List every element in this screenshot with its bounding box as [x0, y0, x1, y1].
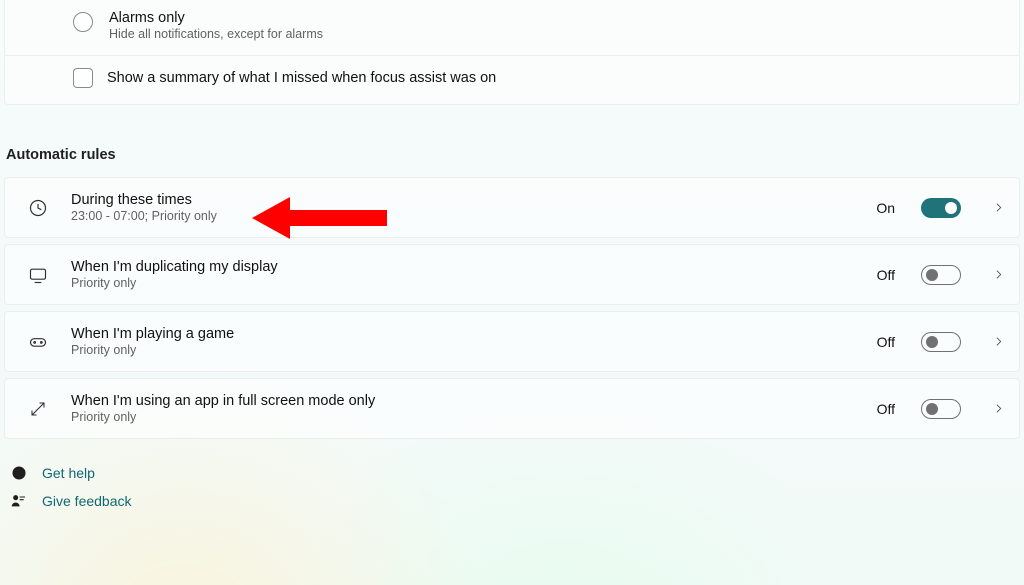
- gamepad-icon: [27, 331, 49, 353]
- rule-title: When I'm using an app in full screen mod…: [71, 393, 855, 409]
- rule-text: When I'm duplicating my display Priority…: [71, 259, 855, 290]
- help-icon: [10, 465, 28, 481]
- clock-icon: [27, 197, 49, 219]
- rule-state-label: Off: [877, 401, 895, 417]
- chevron-right-icon: [991, 268, 1005, 282]
- rule-sub: Priority only: [71, 276, 855, 290]
- give-feedback-link[interactable]: Give feedback: [10, 487, 1014, 515]
- rule-playing-game[interactable]: When I'm playing a game Priority only Of…: [4, 311, 1020, 372]
- get-help-link[interactable]: Get help: [10, 459, 1014, 487]
- rule-text: During these times 23:00 - 07:00; Priori…: [71, 192, 854, 223]
- rule-toggle[interactable]: [921, 198, 961, 218]
- rule-sub: Priority only: [71, 343, 855, 357]
- rule-title: When I'm duplicating my display: [71, 259, 855, 275]
- rule-fullscreen-app[interactable]: When I'm using an app in full screen mod…: [4, 378, 1020, 439]
- automatic-rules-header: Automatic rules: [0, 111, 1024, 177]
- give-feedback-label: Give feedback: [42, 493, 132, 509]
- alarms-only-text: Alarms only Hide all notifications, exce…: [109, 10, 323, 41]
- expand-icon: [27, 398, 49, 420]
- rule-sub: Priority only: [71, 410, 855, 424]
- footer-links: Get help Give feedback: [0, 445, 1024, 515]
- rule-during-these-times[interactable]: During these times 23:00 - 07:00; Priori…: [4, 177, 1020, 238]
- rule-title: During these times: [71, 192, 854, 208]
- chevron-right-icon: [991, 402, 1005, 416]
- monitor-icon: [27, 264, 49, 286]
- rule-toggle[interactable]: [921, 265, 961, 285]
- checkbox-icon: [73, 68, 93, 88]
- summary-checkbox-row[interactable]: Show a summary of what I missed when foc…: [5, 55, 1019, 104]
- feedback-icon: [10, 493, 28, 509]
- rule-title: When I'm playing a game: [71, 326, 855, 342]
- focus-options-card: Alarms only Hide all notifications, exce…: [4, 0, 1020, 105]
- rule-state-label: On: [876, 200, 895, 216]
- get-help-label: Get help: [42, 465, 95, 481]
- rule-sub: 23:00 - 07:00; Priority only: [71, 209, 854, 223]
- rule-toggle[interactable]: [921, 399, 961, 419]
- summary-checkbox-label: Show a summary of what I missed when foc…: [107, 70, 496, 86]
- alarms-only-option[interactable]: Alarms only Hide all notifications, exce…: [5, 0, 1019, 55]
- alarms-only-sub: Hide all notifications, except for alarm…: [109, 27, 323, 41]
- rule-text: When I'm playing a game Priority only: [71, 326, 855, 357]
- rule-toggle[interactable]: [921, 332, 961, 352]
- rule-state-label: Off: [877, 267, 895, 283]
- alarms-only-title: Alarms only: [109, 10, 323, 26]
- rule-duplicating-display[interactable]: When I'm duplicating my display Priority…: [4, 244, 1020, 305]
- rule-text: When I'm using an app in full screen mod…: [71, 393, 855, 424]
- rule-state-label: Off: [877, 334, 895, 350]
- radio-icon: [73, 12, 93, 32]
- chevron-right-icon: [991, 201, 1005, 215]
- chevron-right-icon: [991, 335, 1005, 349]
